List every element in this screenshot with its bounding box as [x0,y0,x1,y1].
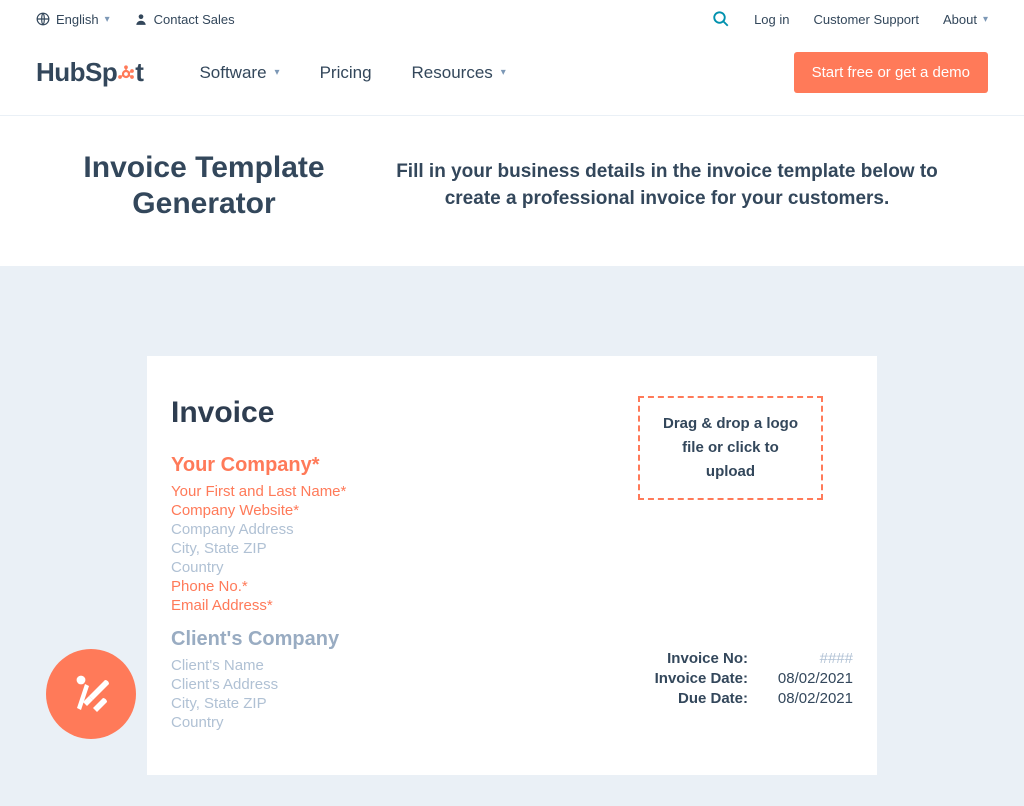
contact-sales-label: Contact Sales [154,12,235,27]
start-free-button[interactable]: Start free or get a demo [794,52,988,93]
company-csz-input[interactable]: City, State ZIP [171,540,346,557]
tools-badge[interactable] [46,649,136,739]
language-label: English [56,12,99,27]
main-nav: HubSpt Software ▾ Pricing Resources ▾ St… [0,38,1024,116]
language-selector[interactable]: English ▾ [36,12,110,27]
client-csz-input[interactable]: City, State ZIP [171,695,346,712]
invoice-no-input[interactable]: #### [768,650,853,667]
due-date-label: Due Date: [638,690,748,707]
invoice-date-input[interactable]: 08/02/2021 [768,670,853,687]
client-address-input[interactable]: Client's Address [171,676,346,693]
workspace: Invoice Your Company* Your First and Las… [0,266,1024,806]
hubspot-logo[interactable]: HubSpt [36,57,143,88]
customer-support-link[interactable]: Customer Support [813,12,919,27]
client-country-input[interactable]: Country [171,714,346,731]
login-link[interactable]: Log in [754,12,789,27]
company-website-input[interactable]: Company Website* [171,502,346,519]
your-name-input[interactable]: Your First and Last Name* [171,483,346,500]
chevron-down-icon: ▾ [501,67,506,78]
due-date-input[interactable]: 08/02/2021 [768,690,853,707]
client-company-input[interactable]: Client's Company [171,628,346,651]
invoice-card: Invoice Your Company* Your First and Las… [147,356,877,775]
your-company-input[interactable]: Your Company* [171,454,346,477]
chevron-down-icon: ▾ [275,67,280,78]
email-input[interactable]: Email Address* [171,597,346,614]
client-block: Client's Company Client's Name Client's … [171,628,346,731]
nav-software[interactable]: Software ▾ [199,63,279,83]
utility-bar: English ▾ Contact Sales Log in Customer … [0,0,1024,38]
company-address-input[interactable]: Company Address [171,521,346,538]
client-name-input[interactable]: Client's Name [171,657,346,674]
your-company-block: Your Company* Your First and Last Name* … [171,454,346,614]
invoice-date-label: Invoice Date: [638,670,748,687]
page-subtitle: Fill in your business details in the inv… [374,159,960,212]
invoice-meta: Invoice No: #### Invoice Date: 08/02/202… [638,650,853,707]
globe-icon [36,12,50,26]
chevron-down-icon: ▾ [105,14,110,25]
logo-dropzone[interactable]: Drag & drop a logo file or click to uplo… [638,396,823,500]
invoice-no-label: Invoice No: [638,650,748,667]
nav-pricing[interactable]: Pricing [320,63,372,83]
page-title: Invoice Template Generator [64,150,344,222]
contact-sales-link[interactable]: Contact Sales [134,12,235,27]
search-icon[interactable] [712,10,730,28]
hero-section: Invoice Template Generator Fill in your … [0,116,1024,266]
person-icon [134,12,148,26]
nav-resources[interactable]: Resources ▾ [412,63,506,83]
phone-input[interactable]: Phone No.* [171,578,346,595]
sprocket-icon [117,57,135,87]
about-label: About [943,12,977,27]
company-country-input[interactable]: Country [171,559,346,576]
invoice-heading: Invoice [171,396,346,430]
tools-icon [67,670,115,718]
about-dropdown[interactable]: About ▾ [943,12,988,27]
chevron-down-icon: ▾ [983,14,988,25]
